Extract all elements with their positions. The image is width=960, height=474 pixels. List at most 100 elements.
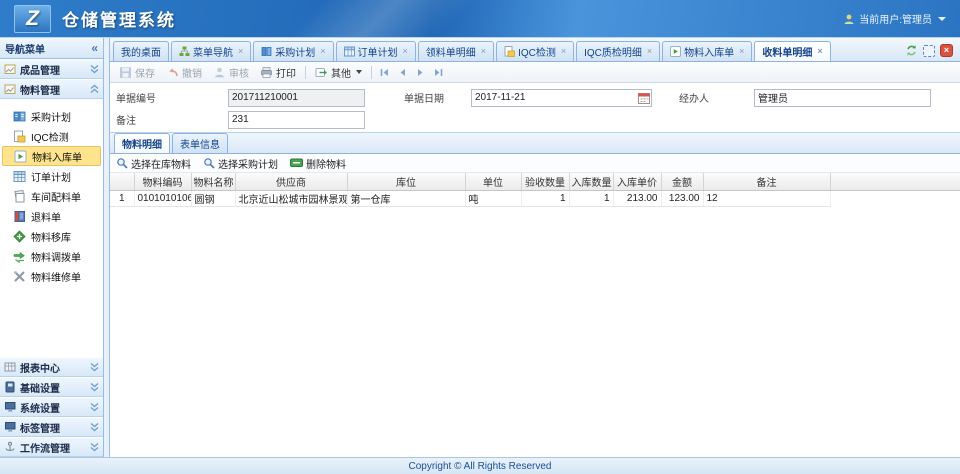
tab-iqc-inspect[interactable]: IQC检测 × (496, 41, 574, 61)
sidebar-panel-finished-goods[interactable]: 成品管理 (0, 59, 103, 79)
sidebar-item-label: 订单计划 (31, 169, 71, 184)
other-button[interactable]: 其他 (310, 64, 367, 81)
tab-my-desktop[interactable]: 我的桌面 (113, 41, 169, 61)
col-location[interactable]: 库位 (347, 173, 465, 190)
detail-tabstrip: 物料明细 表单信息 (110, 132, 960, 154)
close-tab-icon[interactable]: × (739, 47, 744, 56)
sidebar-item-material-move[interactable]: 物料移库 (2, 226, 101, 246)
last-record-button[interactable] (430, 66, 447, 79)
sidebar-panel-materials[interactable]: 物料管理 (0, 79, 103, 99)
calendar-icon[interactable] (638, 92, 650, 104)
first-record-button[interactable] (376, 66, 393, 79)
col-qty-in[interactable]: 入库数量 (569, 173, 613, 190)
table-icon (344, 46, 355, 57)
close-tab-icon[interactable]: × (320, 47, 325, 56)
tab-material-inbound[interactable]: 物料入库单 × (662, 41, 752, 61)
tab-label: 领料单明细 (426, 44, 476, 59)
tab-menu-nav[interactable]: 菜单导航 × (171, 41, 251, 61)
sidebar-panel-system-settings[interactable]: 系统设置 (0, 397, 103, 417)
sidebar-item-workshop-batching[interactable]: 车间配料单 (2, 186, 101, 206)
current-user-label: 当前用户:管理员 (859, 11, 932, 26)
audit-button[interactable]: 审核 (208, 64, 254, 81)
unit-price-cell: 213.00 (613, 190, 661, 206)
close-tab-icon[interactable]: × (561, 47, 566, 56)
sidebar-item-material-repair[interactable]: 物料维修单 (2, 266, 101, 286)
undo-button[interactable]: 撤销 (161, 64, 207, 81)
sidebar-panel-label: 物料管理 (20, 82, 60, 97)
sidebar-header: 导航菜单 « (0, 38, 103, 59)
sidebar-item-material-return[interactable]: 退料单 (2, 206, 101, 226)
row-number-header (110, 173, 134, 190)
toolbar: 保存 撤销 审核 打印 (110, 62, 960, 83)
sidebar-panel-workflow[interactable]: 工作流管理 (0, 437, 103, 457)
sidebar-item-material-transfer[interactable]: 物料调拨单 (2, 246, 101, 266)
col-unit[interactable]: 单位 (465, 173, 521, 190)
inbound-doc-icon (14, 150, 27, 163)
sidebar-panel-report-center[interactable]: 报表中心 (0, 357, 103, 377)
col-qty-checked[interactable]: 验收数量 (521, 173, 569, 190)
sidebar-item-order-plan[interactable]: 订单计划 (2, 166, 101, 186)
tab-purchase-plan[interactable]: 采购计划 × (253, 41, 333, 61)
toolbar-separator (371, 66, 372, 79)
tab-form-info[interactable]: 表单信息 (172, 133, 228, 153)
col-amount[interactable]: 金额 (661, 173, 703, 190)
chevron-down-icon (938, 17, 946, 21)
refresh-icon[interactable] (905, 44, 918, 57)
table-row[interactable]: 1 0101010106 圆钢 北京近山松城市园林景观工程有限 第一仓库 吨 1… (110, 190, 960, 206)
other-label: 其他 (331, 65, 351, 80)
doc-no-field[interactable] (228, 89, 365, 107)
audit-label: 审核 (229, 65, 249, 80)
sidebar-panel-label-management[interactable]: 标签管理 (0, 417, 103, 437)
sidebar-item-iqc-inspect[interactable]: IQC检测 (2, 126, 101, 146)
select-purchase-plan-button[interactable]: 选择采购计划 (203, 156, 278, 171)
location-cell: 第一仓库 (347, 190, 465, 206)
close-tab-icon[interactable]: × (817, 47, 822, 56)
book-icon (261, 46, 272, 57)
collapse-sidebar-icon[interactable]: « (91, 41, 98, 55)
user-menu[interactable]: 当前用户:管理员 (843, 11, 946, 26)
tab-label: 采购计划 (275, 44, 315, 59)
tab-label: 订单计划 (358, 44, 398, 59)
col-material-name[interactable]: 物料名称 (191, 173, 235, 190)
search-icon (116, 157, 128, 169)
delete-material-button[interactable]: 删除物料 (290, 156, 346, 171)
handler-label: 经办人 (679, 90, 754, 105)
tab-iqc-qc-detail[interactable]: IQC质检明细 × (576, 41, 660, 61)
handler-field[interactable] (754, 89, 931, 107)
remark-field[interactable] (228, 111, 365, 129)
close-tab-icon[interactable]: × (238, 47, 243, 56)
tab-label: 物料入库单 (684, 44, 734, 59)
sidebar-item-purchase-plan[interactable]: 采购计划 (2, 106, 101, 126)
close-tab-icon[interactable]: × (647, 47, 652, 56)
close-panel-icon[interactable]: × (940, 44, 953, 57)
tab-picking-detail[interactable]: 领料单明细 × (418, 41, 494, 61)
save-icon (119, 66, 132, 79)
close-tab-icon[interactable]: × (481, 47, 486, 56)
close-tab-icon[interactable]: × (403, 47, 408, 56)
monitor-icon (4, 401, 16, 413)
chevron-down-icon (356, 70, 362, 74)
sidebar-item-material-inbound[interactable]: 物料入库单 (2, 146, 101, 166)
print-button[interactable]: 打印 (255, 64, 301, 81)
sidebar-item-label: 物料调拨单 (31, 249, 81, 264)
col-material-code[interactable]: 物料编码 (134, 173, 191, 190)
doc-date-field[interactable] (471, 89, 652, 107)
maximize-icon[interactable] (923, 45, 935, 57)
col-unit-price[interactable]: 入库单价 (613, 173, 661, 190)
next-record-button[interactable] (412, 66, 429, 79)
toolbar-separator (305, 66, 306, 79)
tab-label: 收料单明细 (762, 44, 812, 59)
prev-record-button[interactable] (394, 66, 411, 79)
col-supplier[interactable]: 供应商 (235, 173, 347, 190)
tab-receiving-detail[interactable]: 收料单明细 × (754, 41, 830, 61)
material-name-cell: 圆钢 (191, 190, 235, 206)
sidebar-panel-label: 基础设置 (20, 380, 60, 395)
sidebar-panel-base-settings[interactable]: 基础设置 (0, 377, 103, 397)
save-button[interactable]: 保存 (114, 64, 160, 81)
col-remark[interactable]: 备注 (703, 173, 830, 190)
copyright-text: Copyright © All Rights Reserved (409, 461, 552, 472)
tab-material-detail[interactable]: 物料明细 (114, 133, 170, 153)
doc-no-label: 单据编号 (116, 90, 228, 105)
select-stock-material-button[interactable]: 选择在库物料 (116, 156, 191, 171)
tab-order-plan[interactable]: 订单计划 × (336, 41, 416, 61)
